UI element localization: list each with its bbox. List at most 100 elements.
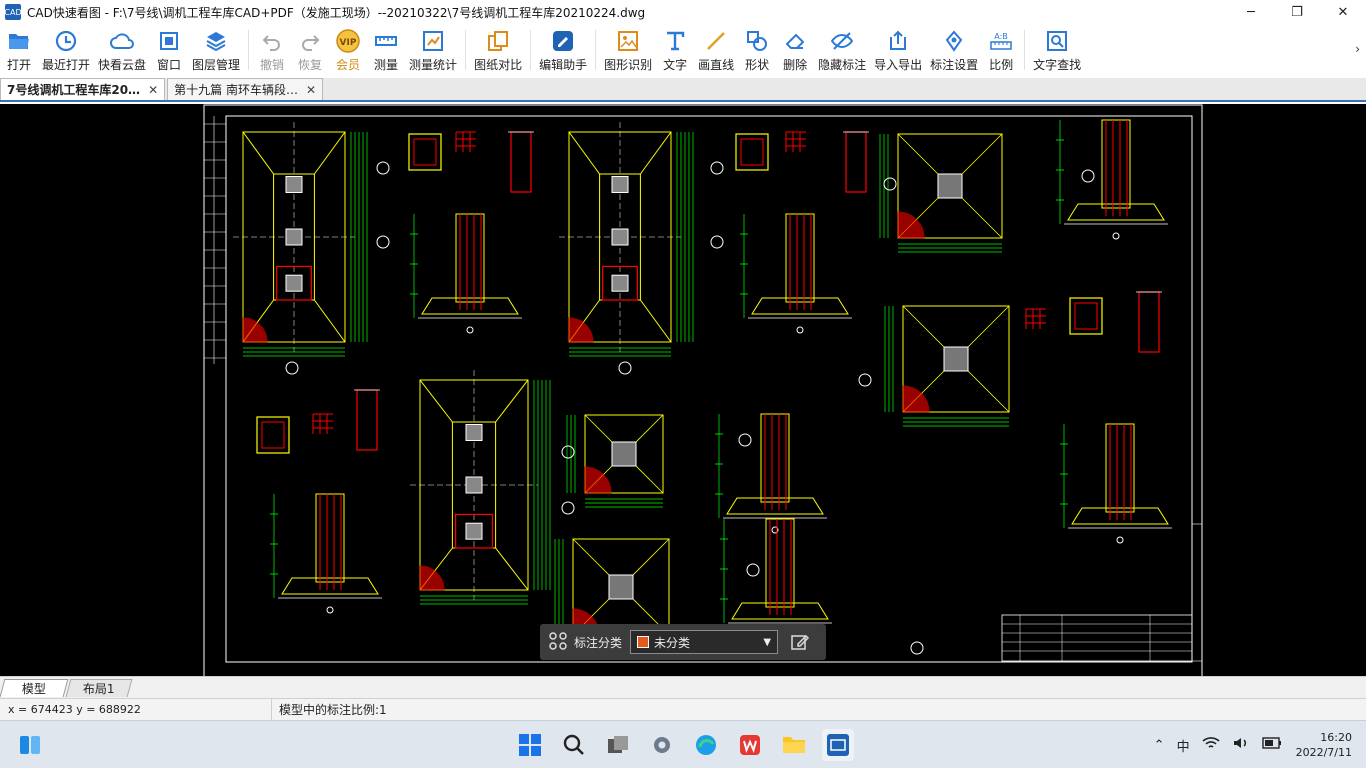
- settings-icon: [941, 28, 967, 54]
- column-block: [937, 173, 963, 199]
- system-clock[interactable]: 16:20 2022/7/11: [1296, 730, 1352, 760]
- cad-circle: [376, 161, 390, 175]
- cad-line: [495, 547, 529, 591]
- layers-icon: [203, 28, 229, 54]
- tab-layout1[interactable]: 布局1: [65, 679, 133, 697]
- battery-icon[interactable]: [1261, 737, 1282, 753]
- volume-icon[interactable]: [1232, 736, 1250, 754]
- cad-circle: [746, 563, 760, 577]
- wps-office-icon[interactable]: [734, 729, 766, 761]
- annotation-scale-status: 模型中的标注比例:1: [279, 703, 387, 717]
- edit-icon[interactable]: [788, 630, 812, 654]
- cad-circle: [285, 361, 299, 375]
- cad-circle: [858, 373, 872, 387]
- column-block: [465, 476, 483, 494]
- history-icon: [53, 28, 79, 54]
- tab-document-2[interactable]: 第十九篇 南环车辆段… ✕: [167, 78, 324, 100]
- chevron-up-icon[interactable]: ⌃: [1154, 738, 1165, 753]
- edge-browser-icon[interactable]: [690, 729, 722, 761]
- redo-button[interactable]: 恢复: [291, 24, 329, 76]
- window-controls: ─ ❐ ✕: [1228, 0, 1366, 24]
- measure-button[interactable]: 测量: [367, 24, 405, 76]
- tab-model[interactable]: 模型: [0, 679, 69, 697]
- ruler-icon: [373, 28, 399, 54]
- close-icon[interactable]: ✕: [306, 83, 316, 97]
- cloud-button[interactable]: 快看云盘: [94, 24, 150, 76]
- category-color-swatch: [637, 636, 650, 648]
- annotation-category-select[interactable]: 未分类 ▼: [630, 630, 779, 654]
- layers-button[interactable]: 图层管理: [188, 24, 244, 76]
- rebar-elevation: [845, 131, 867, 193]
- wifi-icon[interactable]: [1202, 736, 1220, 754]
- cad-circle: [561, 501, 575, 515]
- text-button[interactable]: 文字: [656, 24, 694, 76]
- restore-button[interactable]: ❐: [1274, 0, 1320, 24]
- side-label: [1191, 523, 1203, 662]
- taskbar: ⌃ 中 16:20 2022/7/11: [0, 720, 1366, 768]
- hide-annotation-button[interactable]: 隐藏标注: [814, 24, 870, 76]
- cad-line: [419, 379, 453, 423]
- start-icon[interactable]: [514, 729, 546, 761]
- widgets-icon[interactable]: [14, 729, 46, 761]
- cad-line: [313, 131, 346, 175]
- cad-circle: [883, 177, 897, 191]
- recent-button[interactable]: 最近打开: [38, 24, 94, 76]
- import-export-button[interactable]: 导入导出: [870, 24, 926, 76]
- text-search-button[interactable]: 文字查找: [1029, 24, 1085, 76]
- settings-gear-icon[interactable]: [646, 729, 678, 761]
- column-block: [285, 228, 303, 246]
- cad-circle: [466, 326, 474, 334]
- rebar-elevation: [356, 389, 378, 451]
- task-view-icon[interactable]: [602, 729, 634, 761]
- cad-circle: [738, 433, 752, 447]
- column-block: [465, 424, 483, 441]
- annotation-settings-button[interactable]: 标注设置: [926, 24, 982, 76]
- undo-button[interactable]: 撤销: [253, 24, 291, 76]
- shape-icon: [744, 28, 770, 54]
- system-tray: ⌃ 中 16:20 2022/7/11: [1148, 721, 1366, 768]
- window-icon: [156, 28, 182, 54]
- cloud-icon: [109, 28, 135, 54]
- tab-document-1[interactable]: 7号线调机工程车库20… ✕: [0, 78, 166, 100]
- chevron-right-icon[interactable]: ›: [1355, 42, 1360, 56]
- line-button[interactable]: 画直线: [694, 24, 738, 76]
- column-block: [465, 522, 483, 540]
- vip-icon: VIP: [335, 28, 361, 54]
- drawing-canvas[interactable]: [0, 104, 1366, 676]
- open-button[interactable]: 打开: [0, 24, 38, 76]
- shape-recognition-button[interactable]: 图形识别: [600, 24, 656, 76]
- toolbar-divider: [595, 30, 597, 70]
- window-button[interactable]: 窗口: [150, 24, 188, 76]
- edit-assist-button[interactable]: 编辑助手: [535, 24, 591, 76]
- measure-stats-button[interactable]: 测量统计: [405, 24, 461, 76]
- footing-section: [421, 297, 519, 315]
- cad-line: [639, 299, 672, 343]
- minimize-button[interactable]: ─: [1228, 0, 1274, 24]
- grid-icon[interactable]: [548, 631, 568, 654]
- scale-button[interactable]: A:B 比例: [982, 24, 1020, 76]
- file-explorer-icon[interactable]: [778, 729, 810, 761]
- footing-section: [281, 577, 379, 595]
- cad-line: [242, 131, 275, 175]
- cad-viewer-taskbar-icon[interactable]: [822, 729, 854, 761]
- column-block: [608, 574, 634, 600]
- line-icon: [703, 28, 729, 54]
- vip-button[interactable]: VIP 会员: [329, 24, 367, 76]
- compare-button[interactable]: 图纸对比: [470, 24, 526, 76]
- footing-section: [731, 602, 829, 620]
- toolbar-divider: [248, 30, 250, 70]
- search-icon[interactable]: [558, 729, 590, 761]
- column-block: [611, 274, 629, 292]
- toolbar-divider: [1024, 30, 1026, 70]
- layout-tabs: 模型 布局1: [0, 676, 1366, 698]
- document-tabs: 7号线调机工程车库20… ✕ 第十九篇 南环车辆段… ✕: [0, 78, 1366, 102]
- close-window-button[interactable]: ✕: [1320, 0, 1366, 24]
- cad-circle: [561, 445, 575, 459]
- shape-button[interactable]: 形状: [738, 24, 776, 76]
- cad-circle: [710, 235, 724, 249]
- close-icon[interactable]: ✕: [148, 83, 158, 97]
- svg-text:A:B: A:B: [994, 32, 1008, 41]
- delete-button[interactable]: 删除: [776, 24, 814, 76]
- ime-indicator[interactable]: 中: [1177, 736, 1190, 755]
- cad-line: [313, 299, 346, 343]
